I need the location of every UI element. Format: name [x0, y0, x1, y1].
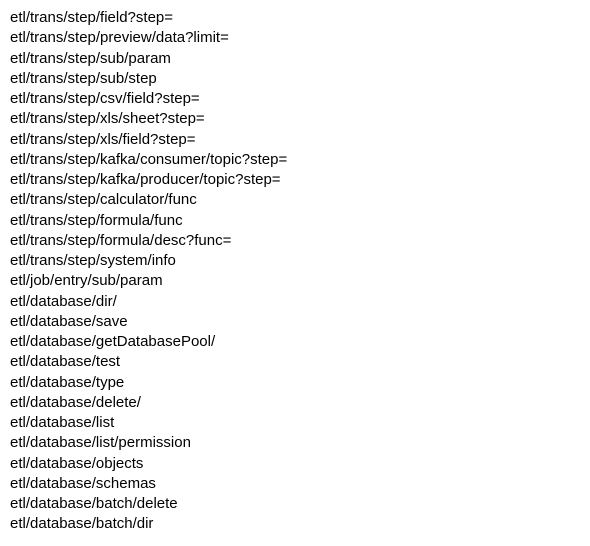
endpoint-line: etl/trans/step/kafka/consumer/topic?step… — [10, 150, 580, 170]
endpoint-line: etl/database/batch/dir — [10, 514, 580, 534]
endpoint-line: etl/trans/step/system/info — [10, 251, 580, 271]
endpoint-line: etl/trans/step/csv/field?step= — [10, 89, 580, 109]
endpoint-line: etl/database/list/permission — [10, 433, 580, 453]
endpoint-line: etl/trans/step/sub/step — [10, 69, 580, 89]
endpoint-line: etl/trans/step/sub/param — [10, 49, 580, 69]
endpoint-line: etl/trans/step/preview/data?limit= — [10, 28, 580, 48]
endpoint-line: etl/trans/step/xls/sheet?step= — [10, 109, 580, 129]
endpoint-line: etl/database/objects — [10, 454, 580, 474]
endpoint-line: etl/database/delete/ — [10, 393, 580, 413]
endpoint-line: etl/database/schemas — [10, 474, 580, 494]
endpoint-line: etl/trans/step/kafka/producer/topic?step… — [10, 170, 580, 190]
endpoint-line: etl/job/entry/sub/param — [10, 271, 580, 291]
endpoint-line: etl/database/save — [10, 312, 580, 332]
endpoint-line: etl/trans/step/calculator/func — [10, 190, 580, 210]
endpoint-line: etl/trans/step/formula/func — [10, 211, 580, 231]
endpoint-list: etl/trans/step/field?step=etl/trans/step… — [10, 8, 580, 535]
endpoint-line: etl/database/test — [10, 352, 580, 372]
endpoint-line: etl/database/getDatabasePool/ — [10, 332, 580, 352]
endpoint-line: etl/trans/step/xls/field?step= — [10, 130, 580, 150]
endpoint-line: etl/database/list — [10, 413, 580, 433]
endpoint-line: etl/database/type — [10, 373, 580, 393]
endpoint-line: etl/database/batch/delete — [10, 494, 580, 514]
endpoint-line: etl/trans/step/formula/desc?func= — [10, 231, 580, 251]
endpoint-line: etl/trans/step/field?step= — [10, 8, 580, 28]
endpoint-line: etl/database/dir/ — [10, 292, 580, 312]
